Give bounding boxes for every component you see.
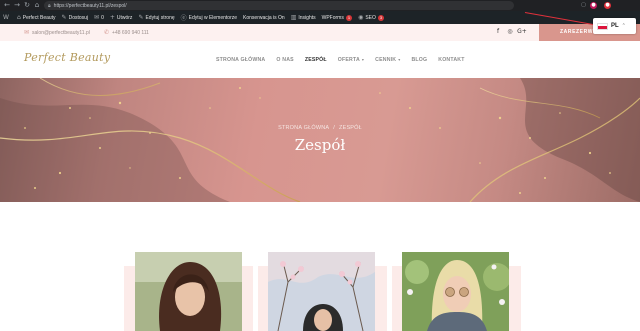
menu-item-label: O NAS [276, 56, 294, 63]
wp-admin-item-label: 0 [101, 14, 104, 21]
wp-admin-item-icon: ✉ [94, 14, 100, 21]
wp-admin-item[interactable]: ✉ 0 [94, 14, 104, 21]
breadcrumb-separator: / [333, 125, 336, 131]
email-text: salon@perfectbeauty11.pl [32, 29, 90, 36]
menu-item[interactable]: OFERTA ▾ [338, 57, 364, 63]
menu-item-label: BLOG [411, 56, 428, 63]
menu-item[interactable]: KONTAKT [438, 57, 464, 63]
notification-badge: 1 [345, 14, 353, 21]
wp-admin-item-icon: ⌂ [16, 14, 21, 21]
phone-text: +48 690 940 111 [112, 29, 149, 36]
breadcrumb-current: ZESPÓŁ [339, 125, 362, 131]
star-icon[interactable]: ● [590, 2, 597, 9]
extension-icon[interactable]: ▢ [580, 2, 587, 9]
wp-admin-item-icon: ◉ [358, 14, 364, 21]
wp-admin-item-label: Dostosuj [68, 14, 89, 21]
chevron-up-icon: ⌃ [621, 23, 626, 29]
site-header: Perfect Beauty STRONA GŁÓWNA O NAS ZESPÓŁ O… [0, 41, 640, 78]
wp-admin-item-icon: ▥ [290, 14, 297, 21]
page-title: Zespół [294, 136, 346, 154]
address-bar[interactable]: 🔒︎ https://perfectbeauty11.pl/zespol/ [44, 1, 514, 10]
wp-admin-item[interactable]: ◉ SEO 3 [358, 14, 385, 21]
chevron-down-icon: ▾ [361, 56, 365, 62]
wp-admin-item-label: Insights [298, 14, 316, 21]
team-member-photo[interactable] [135, 252, 242, 331]
url-text: https://perfectbeauty11.pl/zespol/ [53, 2, 127, 9]
wp-admin-item[interactable]: Konserwacja is On [243, 15, 285, 21]
poland-flag-icon [597, 22, 608, 30]
lock-icon: 🔒︎ [48, 2, 51, 9]
mail-icon: ✉ [24, 29, 30, 36]
menu-item-label: ZESPÓŁ [304, 56, 327, 63]
menu-item[interactable]: CENNIK ▾ [375, 57, 400, 63]
language-switcher[interactable]: PL ⌃ [593, 18, 636, 34]
wp-admin-item[interactable]: WPForms 1 [321, 14, 353, 21]
wp-admin-item-label: WPForms [321, 14, 344, 21]
chevron-down-icon: ▾ [398, 56, 401, 62]
portrait-image [268, 252, 375, 331]
menu-item[interactable]: BLOG [411, 57, 427, 63]
wp-admin-item[interactable]: ✎ Dostosuj [62, 14, 88, 21]
back-icon[interactable]: ← [2, 0, 12, 11]
page-hero: STRONA GŁÓWNA / ZESPÓŁ Zespół [0, 78, 640, 202]
wp-admin-item[interactable]: W [3, 14, 11, 21]
breadcrumb-home[interactable]: STRONA GŁÓWNA [278, 125, 329, 131]
wp-admin-item[interactable]: ▥ Insights [291, 14, 316, 21]
wp-admin-item-label: Perfect Beauty [22, 14, 56, 21]
phone-contact[interactable]: ✆ +48 690 940 111 [104, 24, 149, 41]
notification-badge: 3 [377, 14, 385, 21]
menu-item-label: STRONA GŁÓWNA [216, 56, 266, 63]
wp-admin-item-label: Utwórz [116, 14, 133, 21]
wp-admin-item-icon: ✎ [61, 14, 67, 21]
reload-icon[interactable]: ↻ [22, 0, 32, 11]
wp-admin-bar: W ⌂ Perfect Beauty ✎ Dostosuj ✉ 0 + Utwórz ✎ Edytu… [0, 11, 640, 24]
google-plus-icon[interactable]: G+ [517, 28, 527, 36]
wp-admin-item-label: Edytuj w Elementorze [188, 14, 238, 21]
wp-admin-item[interactable]: ⓔ Edytuj w Elementorze [180, 13, 238, 23]
instagram-icon[interactable]: ◎ [506, 28, 514, 36]
wp-admin-item-icon: ⓔ [180, 15, 187, 22]
email-contact[interactable]: ✉ salon@perfectbeauty11.pl [24, 24, 90, 41]
forward-icon[interactable]: → [12, 0, 22, 11]
language-code: PL [611, 23, 619, 29]
phone-icon: ✆ [104, 29, 110, 36]
home-icon[interactable]: ⌂ [32, 0, 42, 11]
portrait-image [402, 252, 509, 331]
wp-admin-item[interactable]: ⌂ Perfect Beauty [17, 14, 56, 21]
breadcrumb: STRONA GŁÓWNA / ZESPÓŁ [0, 125, 640, 131]
menu-item[interactable]: STRONA GŁÓWNA [216, 57, 265, 63]
wp-admin-item-label: SEO [365, 14, 376, 21]
wp-admin-item-icon: + [109, 14, 115, 21]
site-logo[interactable]: Perfect Beauty [24, 51, 110, 64]
menu-item-label: CENNIK [375, 56, 397, 63]
wp-admin-item-label: Edytuj stronę [145, 14, 175, 21]
main-menu: STRONA GŁÓWNA O NAS ZESPÓŁ OFERTA ▾ CENNIK ▾ BL… [216, 41, 476, 78]
portrait-image [135, 252, 242, 331]
wp-admin-item[interactable]: ✎ Edytuj stronę [138, 14, 174, 21]
wp-admin-item[interactable]: + Utwórz [110, 14, 133, 21]
wp-admin-item-icon: ✎ [138, 14, 144, 21]
wordpress-icon: W [3, 14, 9, 21]
menu-item[interactable]: ZESPÓŁ [305, 57, 327, 63]
profile-icon[interactable]: ● [604, 2, 611, 9]
menu-item-label: OFERTA [337, 56, 360, 63]
team-member-photo[interactable] [268, 252, 375, 331]
wp-admin-item-label: Konserwacja is On [243, 14, 285, 21]
menu-item[interactable]: O NAS [276, 57, 293, 63]
browser-toolbar: ← → ↻ ⌂ 🔒︎ https://perfectbeauty11.pl/ze… [0, 0, 640, 11]
facebook-icon[interactable]: f [494, 28, 502, 36]
menu-item-label: KONTAKT [438, 56, 465, 63]
team-member-photo[interactable] [402, 252, 509, 331]
